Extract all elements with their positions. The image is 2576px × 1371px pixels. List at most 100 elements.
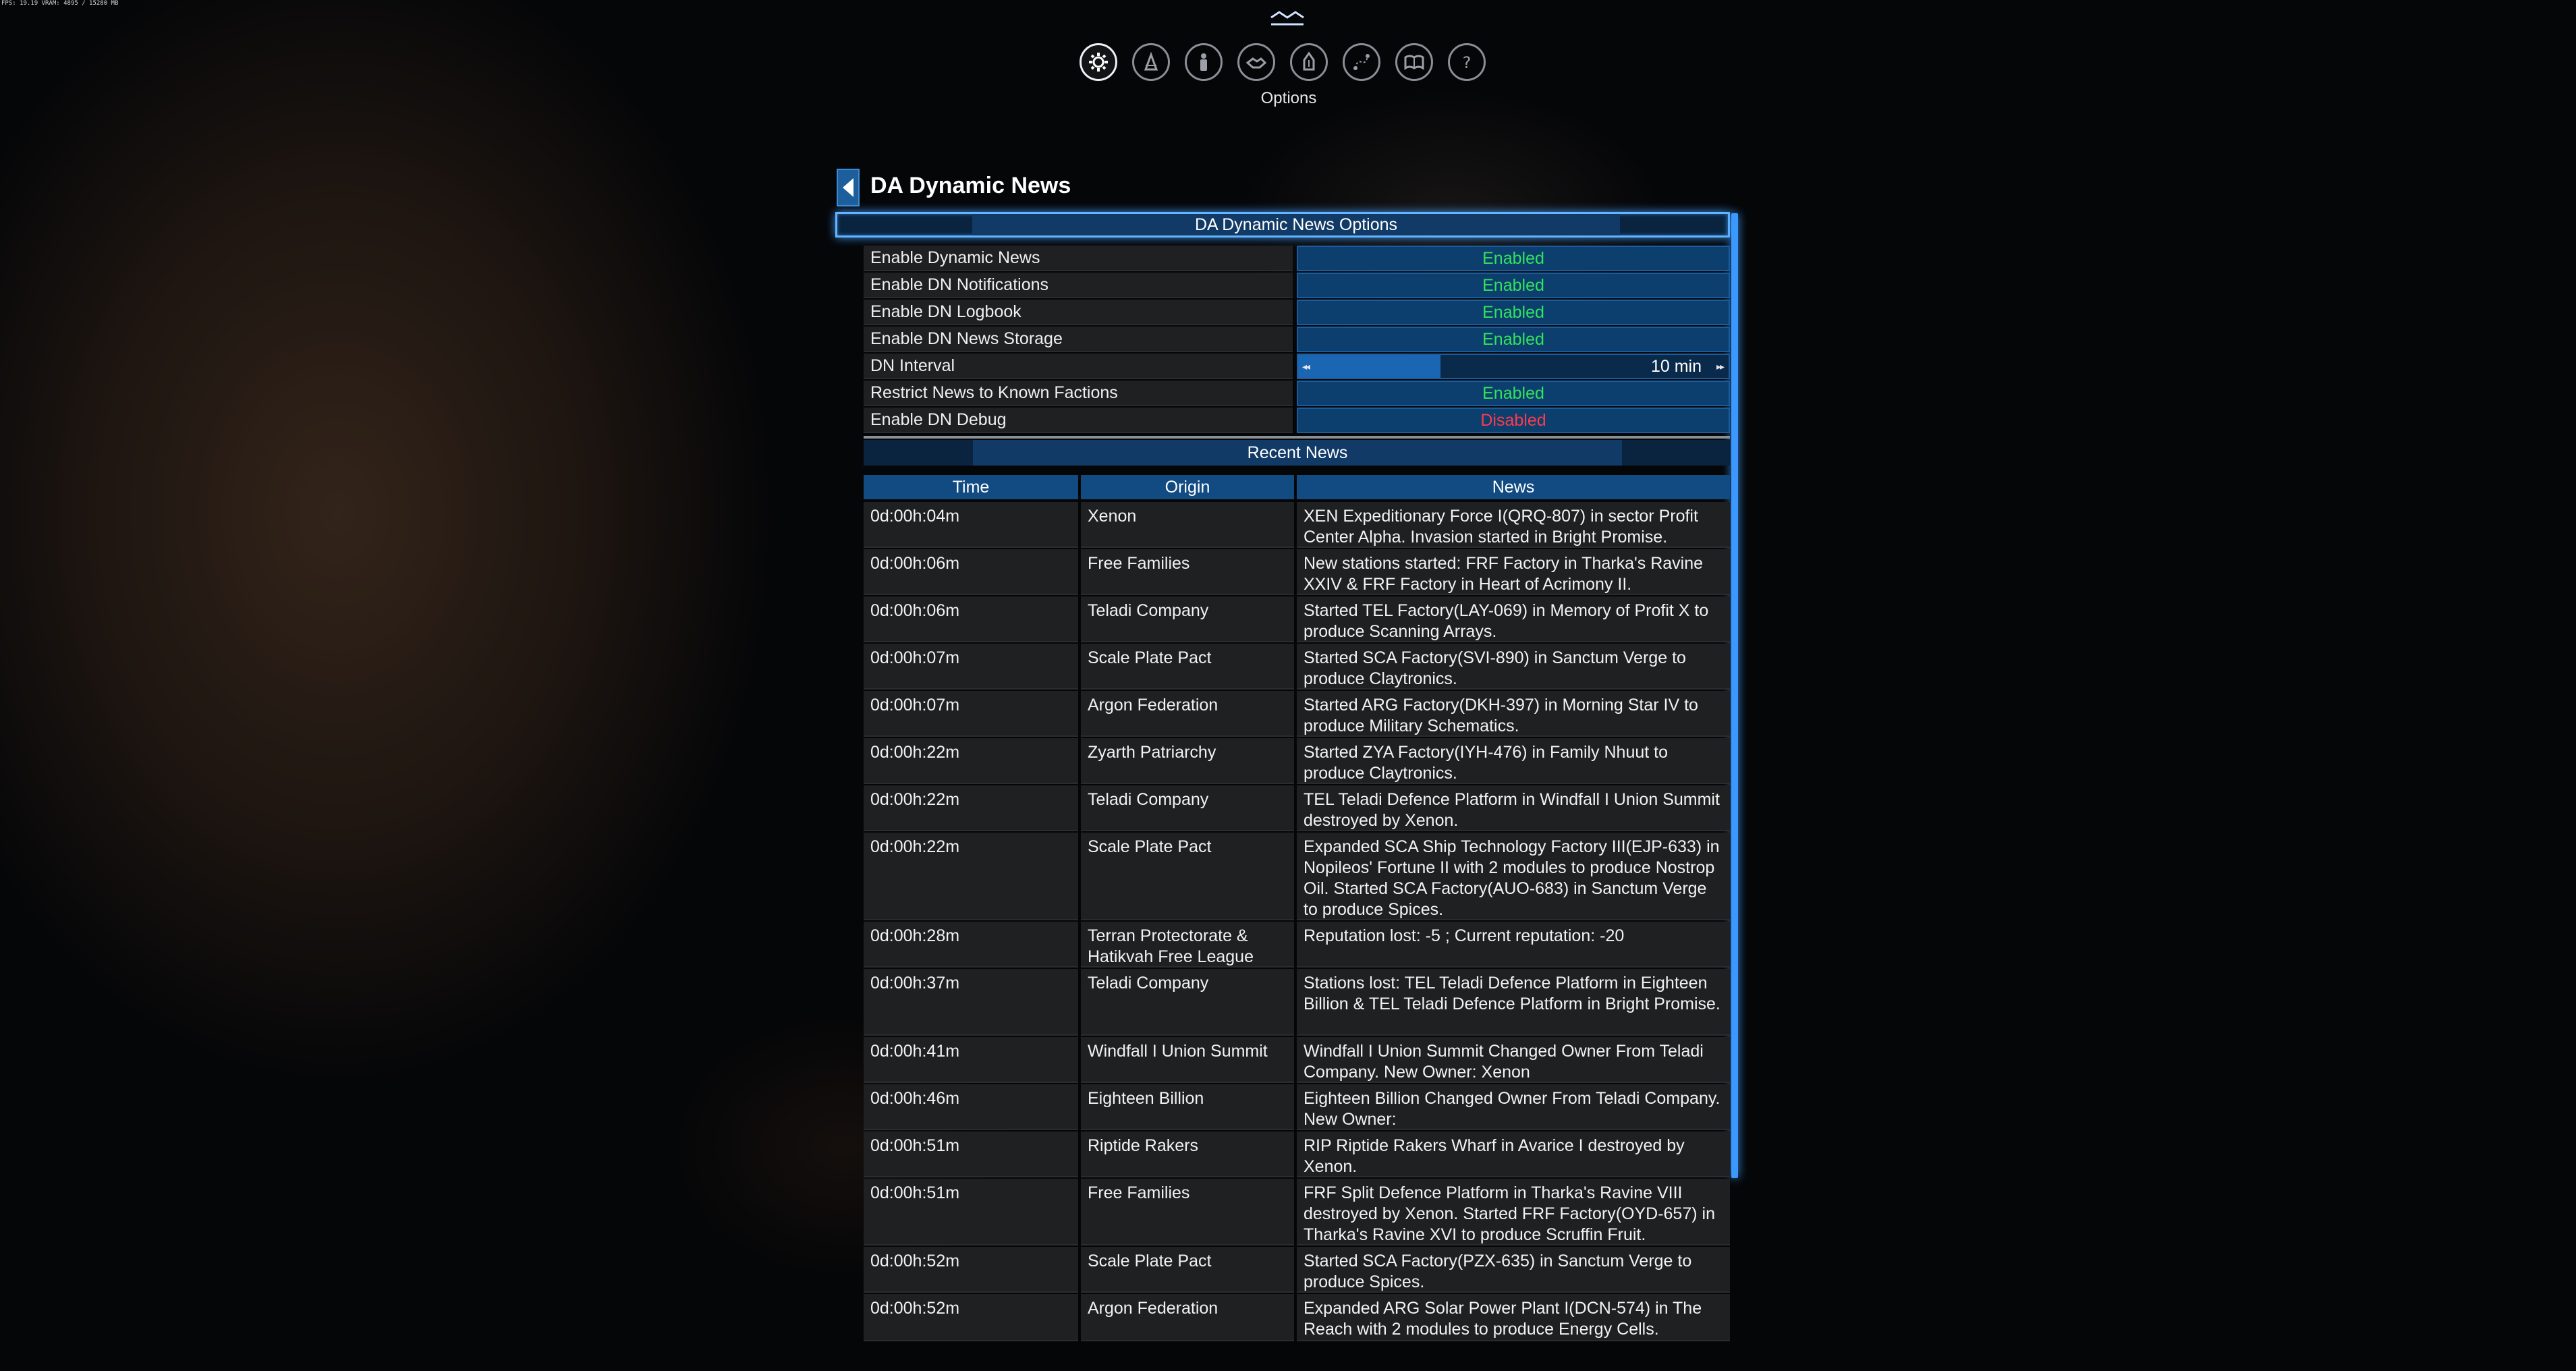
options-section-title: DA Dynamic News Options	[972, 214, 1620, 235]
slider-increase-icon[interactable]: ▸▸	[1716, 355, 1725, 378]
news-time: 0d:00h:06m	[864, 596, 1078, 642]
fps-counter: FPS: 19.19 VRAM: 4895 / 15280 MB	[1, 0, 119, 7]
news-text: Started ARG Factory(DKH-397) in Morning …	[1297, 691, 1730, 737]
table-row: 0d:00h:06m Teladi Company Started TEL Fa…	[864, 596, 1730, 642]
news-time: 0d:00h:37m	[864, 969, 1078, 1036]
option-label: Enable DN News Storage	[864, 327, 1293, 352]
news-text: New stations started: FRF Factory in Tha…	[1297, 549, 1730, 595]
option-toggle-enable-dynamic-news[interactable]: Enabled	[1297, 246, 1730, 271]
news-time: 0d:00h:06m	[864, 549, 1078, 595]
news-text: Started SCA Factory(PZX-635) in Sanctum …	[1297, 1247, 1730, 1293]
news-text: Started SCA Factory(SVI-890) in Sanctum …	[1297, 644, 1730, 690]
column-header-time[interactable]: Time	[864, 475, 1078, 499]
map-icon[interactable]	[1343, 43, 1380, 81]
back-button[interactable]	[837, 169, 860, 206]
option-toggle-enable-dn-logbook[interactable]: Enabled	[1297, 300, 1730, 325]
option-toggle-enable-dn-news-storage[interactable]: Enabled	[1297, 327, 1730, 352]
option-row-enable-dn-logbook: Enable DN Logbook Enabled	[864, 300, 1730, 325]
news-text: TEL Teladi Defence Platform in Windfall …	[1297, 785, 1730, 831]
option-toggle-restrict-news[interactable]: Enabled	[1297, 381, 1730, 406]
news-origin: Scale Plate Pact	[1081, 833, 1294, 920]
table-row: 0d:00h:06m Free Families New stations st…	[864, 549, 1730, 595]
option-toggle-enable-dn-debug[interactable]: Disabled	[1297, 408, 1730, 433]
table-row: 0d:00h:22m Zyarth Patriarchy Started ZYA…	[864, 738, 1730, 784]
news-text: XEN Expeditionary Force I(QRQ-807) in se…	[1297, 502, 1730, 548]
option-label: Enable DN Debug	[864, 408, 1293, 433]
option-row-enable-dn-debug: Enable DN Debug Disabled	[864, 408, 1730, 433]
option-label: Restrict News to Known Factions	[864, 381, 1293, 406]
table-row: 0d:00h:46m Eighteen Billion Eighteen Bil…	[864, 1084, 1730, 1130]
table-row: 0d:00h:51m Riptide Rakers RIP Riptide Ra…	[864, 1131, 1730, 1177]
table-row: 0d:00h:22m Scale Plate Pact Expanded SCA…	[864, 833, 1730, 920]
table-row: 0d:00h:04m Xenon XEN Expeditionary Force…	[864, 502, 1730, 548]
news-time: 0d:00h:04m	[864, 502, 1078, 548]
news-time: 0d:00h:51m	[864, 1179, 1078, 1246]
option-label: DN Interval	[864, 354, 1293, 379]
slider-value: 10 min	[1650, 356, 1702, 376]
option-row-restrict-news: Restrict News to Known Factions Enabled	[864, 381, 1730, 406]
top-menu-logo-icon	[1270, 11, 1304, 26]
encyclopedia-icon[interactable]	[1395, 43, 1433, 81]
property-icon[interactable]	[1290, 43, 1328, 81]
table-row: 0d:00h:07m Scale Plate Pact Started SCA …	[864, 644, 1730, 690]
news-text: Windfall I Union Summit Changed Owner Fr…	[1297, 1037, 1730, 1083]
news-time: 0d:00h:22m	[864, 833, 1078, 920]
player-info-icon[interactable]	[1132, 43, 1170, 81]
table-row: 0d:00h:51m Free Families FRF Split Defen…	[864, 1179, 1730, 1246]
news-origin: Teladi Company	[1081, 969, 1294, 1036]
table-row: 0d:00h:41m Windfall I Union Summit Windf…	[864, 1037, 1730, 1083]
option-label: Enable Dynamic News	[864, 246, 1293, 271]
diplomacy-icon[interactable]	[1237, 43, 1275, 81]
scrollbar[interactable]	[1731, 213, 1738, 1178]
table-row: 0d:00h:22m Teladi Company TEL Teladi Def…	[864, 785, 1730, 831]
news-text: Started ZYA Factory(IYH-476) in Family N…	[1297, 738, 1730, 784]
news-time: 0d:00h:28m	[864, 922, 1078, 968]
news-time: 0d:00h:07m	[864, 691, 1078, 737]
news-time: 0d:00h:22m	[864, 785, 1078, 831]
news-origin: Free Families	[1081, 549, 1294, 595]
table-row: 0d:00h:07m Argon Federation Started ARG …	[864, 691, 1730, 737]
options-icon[interactable]	[1080, 43, 1117, 81]
table-row: 0d:00h:28m Terran Protectorate & Hatikva…	[864, 922, 1730, 968]
recent-news-header: Recent News	[864, 440, 1730, 466]
option-row-enable-dn-news-storage: Enable DN News Storage Enabled	[864, 327, 1730, 352]
column-header-origin[interactable]: Origin	[1081, 475, 1294, 499]
news-origin: Free Families	[1081, 1179, 1294, 1246]
options-section-header: DA Dynamic News Options	[835, 212, 1730, 237]
slider-fill	[1298, 355, 1440, 378]
news-origin: Riptide Rakers	[1081, 1131, 1294, 1177]
news-origin: Windfall I Union Summit	[1081, 1037, 1294, 1083]
column-header-news[interactable]: News	[1297, 475, 1730, 499]
news-text: RIP Riptide Rakers Wharf in Avarice I de…	[1297, 1131, 1730, 1177]
news-time: 0d:00h:41m	[864, 1037, 1078, 1083]
news-origin: Zyarth Patriarchy	[1081, 738, 1294, 784]
news-time: 0d:00h:07m	[864, 644, 1078, 690]
news-origin: Terran Protectorate & Hatikvah Free Leag…	[1081, 922, 1294, 968]
recent-news-title: Recent News	[973, 440, 1622, 466]
option-toggle-enable-dn-notifications[interactable]: Enabled	[1297, 273, 1730, 298]
news-text: Expanded ARG Solar Power Plant I(DCN-574…	[1297, 1294, 1730, 1341]
news-text: Eighteen Billion Changed Owner From Tela…	[1297, 1084, 1730, 1130]
slider-decrease-icon[interactable]: ◂◂	[1302, 355, 1310, 378]
news-time: 0d:00h:46m	[864, 1084, 1078, 1130]
news-origin: Teladi Company	[1081, 596, 1294, 642]
menu-title: DA Dynamic News	[870, 173, 1071, 198]
news-origin: Teladi Company	[1081, 785, 1294, 831]
news-text: Expanded SCA Ship Technology Factory III…	[1297, 833, 1730, 920]
news-text: FRF Split Defence Platform in Tharka's R…	[1297, 1179, 1730, 1246]
news-text: Stations lost: TEL Teladi Defence Platfo…	[1297, 969, 1730, 1036]
option-row-dn-interval: DN Interval ◂◂ 10 min ▸▸	[864, 354, 1730, 379]
help-icon[interactable]: ?	[1448, 43, 1486, 81]
news-origin: Argon Federation	[1081, 1294, 1294, 1341]
active-menu-label: Options	[1260, 89, 1317, 107]
option-row-enable-dn-notifications: Enable DN Notifications Enabled	[864, 273, 1730, 298]
back-arrow-icon	[843, 178, 853, 197]
news-time: 0d:00h:52m	[864, 1247, 1078, 1293]
news-origin: Scale Plate Pact	[1081, 644, 1294, 690]
character-icon[interactable]	[1185, 43, 1223, 81]
top-icon-bar: ?	[1080, 43, 1486, 81]
option-label: Enable DN Notifications	[864, 273, 1293, 298]
dn-interval-slider[interactable]: ◂◂ 10 min ▸▸	[1297, 354, 1730, 379]
option-row-enable-dynamic-news: Enable Dynamic News Enabled	[864, 246, 1730, 271]
svg-text:?: ?	[1463, 53, 1472, 72]
